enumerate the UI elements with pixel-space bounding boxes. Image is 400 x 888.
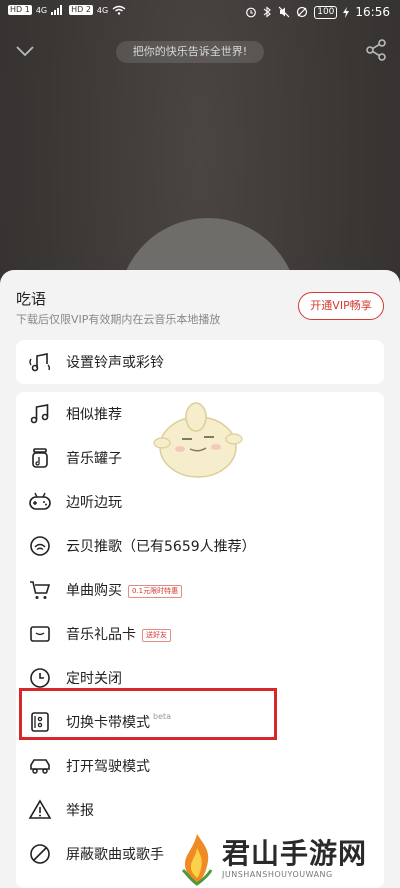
more-actions-sheet: 吃语 下载后仅限VIP有效期内在云音乐本地播放 开通VIP畅享 设置铃声或彩铃 … — [0, 270, 400, 888]
menu-item-label: 单曲购买 0.1元限时特惠 — [66, 580, 183, 600]
menu-item-label: 打开驾驶模式 — [66, 759, 150, 775]
battery-level: 100 — [317, 6, 335, 17]
menu-item-listen-play[interactable]: 边听边玩 — [16, 480, 384, 524]
hd1-badge: HD 1 — [8, 5, 32, 15]
sheet-header: 吃语 下载后仅限VIP有效期内在云音乐本地播放 开通VIP畅享 — [0, 270, 400, 332]
hd2-badge: HD 2 — [69, 5, 93, 15]
promo-tag: 0.1元限时特惠 — [128, 584, 183, 598]
menu-item-label: 屏蔽歌曲或歌手 — [66, 847, 164, 863]
menu-item-label: 云贝推歌（已有5659人推荐） — [66, 539, 256, 555]
menu-item-report[interactable]: 举报 — [16, 788, 384, 832]
car-icon — [30, 759, 50, 774]
menu-item-ringtone[interactable]: 设置铃声或彩铃 — [16, 340, 384, 384]
signal-4g-1: 4G — [35, 5, 48, 15]
charging-icon — [343, 6, 350, 18]
menu-item-label: 音乐罐子 — [66, 451, 122, 467]
gift-card-icon — [30, 626, 50, 642]
share-prompt-bubble[interactable]: 把你的快乐告诉全世界! — [116, 41, 264, 63]
chevron-down-icon[interactable] — [14, 40, 36, 62]
watermark-subtitle: JUNSHANSHOUYOUWANG — [222, 870, 333, 879]
gamepad-icon — [29, 492, 51, 510]
mascot-watermark — [153, 402, 243, 478]
status-bar: HD 1 4G HD 2 4G 100 16:56 — [0, 0, 400, 28]
friend-tag: 送好友 — [142, 628, 171, 642]
song-download-note: 下载后仅限VIP有效期内在云音乐本地播放 — [16, 313, 221, 326]
player-top-bar: 把你的快乐告诉全世界! — [0, 32, 400, 72]
menu-item-label: 音乐礼品卡 送好友 — [66, 624, 171, 644]
menu-item-buy-single[interactable]: 单曲购买 0.1元限时特惠 — [16, 568, 384, 612]
wifi-icon — [112, 5, 126, 15]
warning-icon — [28, 799, 52, 819]
ringtone-icon — [29, 353, 51, 372]
menu-item-label: 边听边玩 — [66, 495, 122, 511]
ringtone-card: 设置铃声或彩铃 — [16, 340, 384, 384]
menu-item-text: 音乐礼品卡 — [66, 627, 136, 643]
menu-item-label: 定时关闭 — [66, 671, 122, 687]
bluetooth-icon — [263, 6, 272, 18]
highlight-box — [19, 688, 277, 740]
signal-icon — [51, 5, 63, 15]
site-watermark: 君山手游网 JUNSHANSHOUYOUWANG — [175, 830, 400, 888]
flame-logo-icon — [181, 834, 213, 886]
block-icon — [30, 844, 50, 864]
menu-item-cloud-coin[interactable]: 云贝推歌（已有5659人推荐） — [16, 524, 384, 568]
menu-item-driving-mode[interactable]: 打开驾驶模式 — [16, 744, 384, 788]
menu-item-label: 设置铃声或彩铃 — [66, 355, 164, 371]
menu-item-label: 相似推荐 — [66, 407, 122, 423]
watermark-title: 君山手游网 — [222, 837, 368, 870]
song-title: 吃语 — [16, 290, 47, 308]
open-vip-button[interactable]: 开通VIP畅享 — [298, 292, 384, 320]
cloud-coin-icon — [30, 536, 50, 556]
clock-time: 16:56 — [355, 5, 390, 19]
menu-item-label: 举报 — [66, 803, 94, 819]
cart-icon — [30, 581, 51, 599]
signal-4g-2: 4G — [96, 5, 109, 15]
battery-indicator: 100 — [314, 5, 338, 19]
alarm-icon — [246, 7, 257, 18]
mute-icon — [278, 6, 290, 18]
clock-icon — [30, 668, 50, 688]
data-saver-icon — [297, 6, 308, 18]
jar-icon — [32, 448, 48, 468]
menu-item-text: 单曲购买 — [66, 583, 122, 599]
share-icon[interactable] — [364, 38, 388, 62]
menu-item-gift-card[interactable]: 音乐礼品卡 送好友 — [16, 612, 384, 656]
music-note-icon — [30, 404, 49, 424]
